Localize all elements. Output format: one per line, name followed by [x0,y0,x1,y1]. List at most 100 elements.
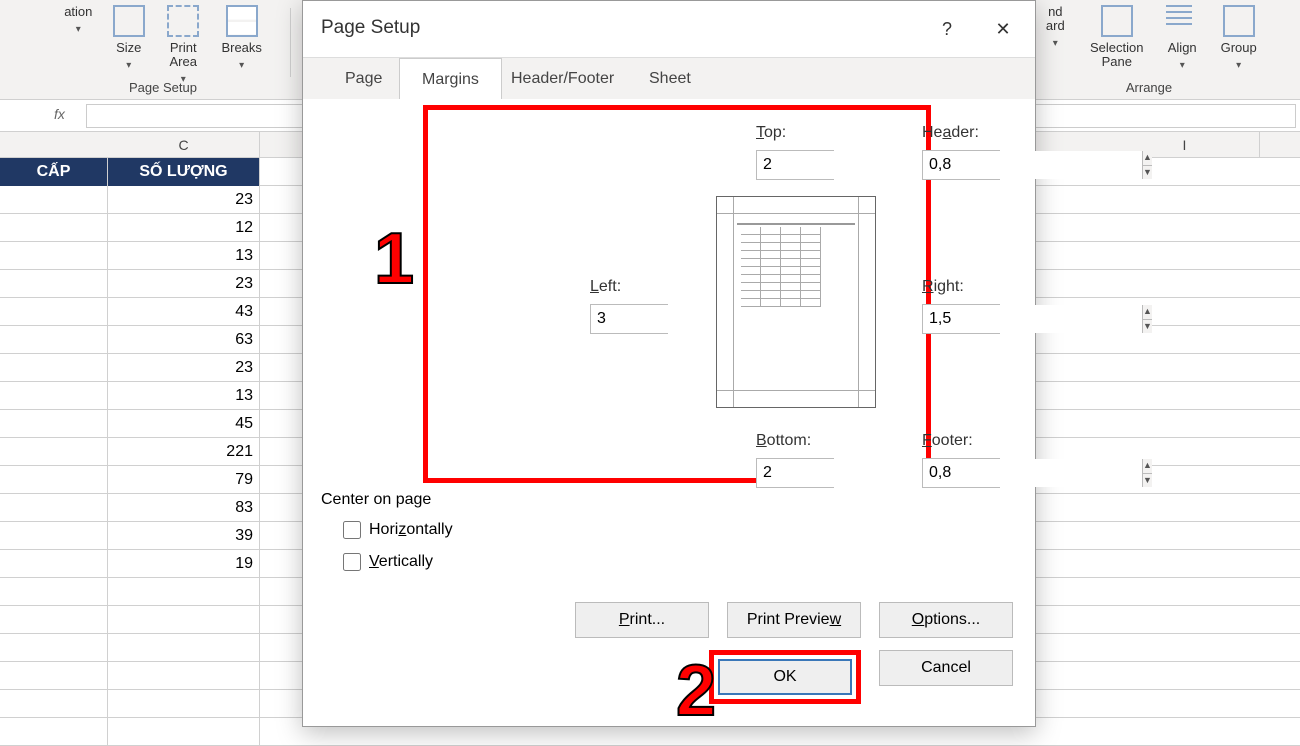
cell[interactable] [0,270,108,298]
ribbon-align[interactable]: Align▾ [1156,0,1208,73]
margin-bottom-spinner[interactable]: ▲▼ [756,458,834,488]
dialog-close-button[interactable]: ✕ [979,9,1027,49]
spin-up-icon[interactable]: ▲ [1143,151,1152,166]
cell[interactable]: 13 [108,242,260,270]
cell[interactable] [0,606,108,634]
cell[interactable]: 23 [108,270,260,298]
margin-header-input[interactable] [923,151,1142,179]
ribbon-group[interactable]: Group▾ [1213,0,1265,73]
ribbon-orientation-cut[interactable]: ation▾ [56,0,100,37]
ribbon-print-area[interactable]: Print Area▾ [157,0,209,87]
margin-top-spinner[interactable]: ▲▼ [756,150,834,180]
cell[interactable] [0,326,108,354]
cell[interactable]: 39 [108,522,260,550]
spin-down-icon[interactable]: ▼ [1143,474,1152,488]
selection-pane-icon [1101,5,1133,37]
checkbox-vertically-input[interactable] [343,553,361,571]
margin-right-spinner[interactable]: ▲▼ [922,304,1000,334]
cell[interactable]: 79 [108,466,260,494]
cell[interactable] [0,298,108,326]
dialog-title: Page Setup [321,17,420,39]
spin-down-icon[interactable]: ▼ [1143,166,1152,180]
dialog-titlebar[interactable]: Page Setup ? ✕ [303,1,1035,57]
cell[interactable]: 83 [108,494,260,522]
spin-up-icon[interactable]: ▲ [1143,305,1152,320]
fx-icon[interactable]: fx [54,106,65,122]
ribbon-group-page-setup: Page Setup [48,80,278,95]
cell[interactable] [0,438,108,466]
tab-margins[interactable]: Margins [399,58,502,100]
ribbon-separator [290,8,291,77]
ok-button[interactable]: OK [718,659,852,695]
ribbon-breaks[interactable]: Breaks▾ [214,0,270,73]
cell[interactable] [0,382,108,410]
cell[interactable] [108,690,260,718]
cell[interactable] [0,186,108,214]
breaks-icon [226,5,258,37]
label-right: Right: [922,278,964,296]
label-footer: Footer: [922,432,973,450]
cell[interactable] [0,690,108,718]
cell[interactable]: 43 [108,298,260,326]
cell[interactable]: 19 [108,550,260,578]
group-icon [1223,5,1255,37]
ribbon-size[interactable]: Size▾ [105,0,153,73]
cancel-button[interactable]: Cancel [879,650,1013,686]
header-cap: CẤP [0,158,108,186]
spin-down-icon[interactable]: ▼ [1143,320,1152,334]
cell[interactable] [108,662,260,690]
checkbox-horizontally-label: Horizontally [369,521,453,539]
margin-footer-input[interactable] [923,459,1142,487]
margin-footer-spinner[interactable]: ▲▼ [922,458,1000,488]
cell[interactable] [0,214,108,242]
checkbox-vertically[interactable]: Vertically [343,553,433,571]
margin-right-input[interactable] [923,305,1142,333]
ribbon-forward-cut[interactable]: nd ard▾ [1033,0,1077,51]
annotation-box-2: OK [709,650,861,704]
tab-header-footer[interactable]: Header/Footer [489,58,636,100]
cell[interactable] [0,242,108,270]
cell[interactable] [0,634,108,662]
checkbox-horizontally-input[interactable] [343,521,361,539]
spin-up-icon[interactable]: ▲ [1143,459,1152,474]
cell[interactable]: 23 [108,354,260,382]
print-button[interactable]: Print... [575,602,709,638]
page-setup-dialog: Page Setup ? ✕ Page Margins Header/Foote… [302,0,1036,727]
cell[interactable]: 221 [108,438,260,466]
cell[interactable] [108,718,260,746]
tab-sheet[interactable]: Sheet [627,58,713,100]
label-top: Top: [756,124,786,142]
cell[interactable] [108,606,260,634]
cell[interactable] [0,354,108,382]
cell[interactable]: 13 [108,382,260,410]
margin-header-spinner[interactable]: ▲▼ [922,150,1000,180]
print-area-icon [167,5,199,37]
checkbox-vertically-label: Vertically [369,553,433,571]
cell[interactable]: 23 [108,186,260,214]
cell[interactable] [108,634,260,662]
cell[interactable] [0,718,108,746]
dialog-help-button[interactable]: ? [927,9,967,49]
options-button[interactable]: Options... [879,602,1013,638]
cell[interactable] [0,410,108,438]
cell[interactable] [0,494,108,522]
ribbon-selection-pane[interactable]: Selection Pane [1082,0,1152,69]
tab-page[interactable]: Page [323,58,404,100]
size-icon [113,5,145,37]
align-icon [1166,5,1198,37]
cell[interactable] [0,578,108,606]
margin-left-spinner[interactable]: ▲▼ [590,304,668,334]
cell[interactable]: 12 [108,214,260,242]
cell[interactable] [0,466,108,494]
col-header-c[interactable]: C [108,132,260,158]
dialog-button-row-upper: Print... Print Preview Options... [575,602,1013,638]
cell[interactable] [0,522,108,550]
checkbox-horizontally[interactable]: Horizontally [343,521,453,539]
cell[interactable] [0,550,108,578]
cell[interactable]: 63 [108,326,260,354]
print-preview-button[interactable]: Print Preview [727,602,861,638]
cell[interactable]: 45 [108,410,260,438]
cell[interactable] [108,578,260,606]
cell[interactable] [0,662,108,690]
dialog-button-row-lower: OK Cancel [709,650,1013,704]
